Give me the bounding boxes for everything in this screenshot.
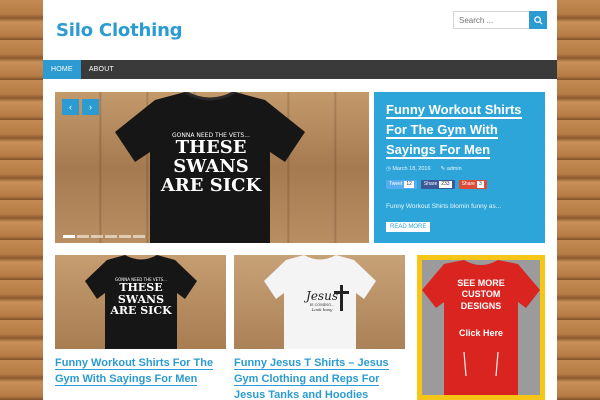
slider-arrows: ‹ ›	[62, 99, 99, 115]
post-card: GONNA NEED THE VETS... THESE SWANS ARE S…	[55, 255, 226, 388]
post-thumbnail[interactable]: Jesus IS COMING... Look busy	[234, 255, 405, 349]
ad-image: SEE MORE CUSTOM DESIGNS Click Here	[422, 260, 540, 395]
slider-dot[interactable]	[133, 235, 145, 238]
featured-post-title[interactable]: Funny Workout Shirts For The Gym With Sa…	[386, 100, 533, 160]
nav-item-home[interactable]: HOME	[43, 60, 81, 79]
post-author[interactable]: ✎ admin	[441, 166, 462, 172]
slider-shirt-print: GONNA NEED THE VETS... THESE SWANS ARE S…	[160, 132, 262, 196]
post-card: Jesus IS COMING... Look busy Funny Jesus…	[234, 255, 405, 400]
slider-dot[interactable]	[91, 235, 103, 238]
main-nav: HOME ABOUT	[43, 60, 557, 79]
featured-slider[interactable]: ‹ › GONNA NEED THE VETS... THESE SWANS A…	[55, 92, 369, 243]
read-more-button[interactable]: READ MORE	[386, 222, 431, 233]
slider-dot[interactable]	[63, 235, 75, 238]
post-meta: ◷ March 18, 2016 ✎ admin	[386, 166, 533, 172]
slider-dots	[63, 235, 145, 238]
ad-headline: SEE MORE CUSTOM DESIGNS	[457, 278, 505, 311]
site-header: Silo Clothing	[43, 0, 557, 60]
post-date: ◷ March 18, 2016	[386, 166, 431, 173]
card-shirt-print: GONNA NEED THE VETS... THESE SWANS ARE S…	[110, 277, 172, 318]
slider-dot[interactable]	[119, 235, 131, 238]
facebook-share-button[interactable]: Share 233	[420, 180, 455, 190]
slider-dot[interactable]	[77, 235, 89, 238]
tweet-button[interactable]: Tweet 12	[386, 180, 417, 190]
search-form	[453, 11, 547, 29]
site-title[interactable]: Silo Clothing	[56, 20, 183, 41]
custom-designs-ad[interactable]: SEE MORE CUSTOM DESIGNS Click Here	[417, 255, 545, 400]
search-button[interactable]	[529, 11, 547, 29]
post-thumbnail[interactable]: GONNA NEED THE VETS... THESE SWANS ARE S…	[55, 255, 226, 349]
slider-next-button[interactable]: ›	[82, 99, 99, 115]
slider-dot[interactable]	[105, 235, 117, 238]
gplus-share-button[interactable]: Share 3	[458, 180, 487, 190]
share-buttons: Tweet 12 Share 233 Share 3	[386, 180, 533, 190]
nav-item-about[interactable]: ABOUT	[81, 60, 122, 79]
featured-post: Funny Workout Shirts For The Gym With Sa…	[374, 92, 545, 243]
post-card-title[interactable]: Funny Workout Shirts For The Gym With Sa…	[55, 356, 226, 388]
ad-cta: Click Here	[458, 328, 504, 338]
page-container: Silo Clothing HOME ABOUT ‹ › GONNA NEED …	[43, 0, 557, 400]
slider-prev-button[interactable]: ‹	[62, 99, 79, 115]
post-card-title[interactable]: Funny Jesus T Shirts – Jesus Gym Clothin…	[234, 356, 405, 400]
search-input[interactable]	[453, 11, 529, 29]
search-icon	[533, 15, 543, 25]
post-excerpt: Funny Workout Shirts blomin funny as...	[386, 203, 502, 211]
card-shirt-print: Jesus IS COMING... Look busy	[306, 289, 338, 312]
